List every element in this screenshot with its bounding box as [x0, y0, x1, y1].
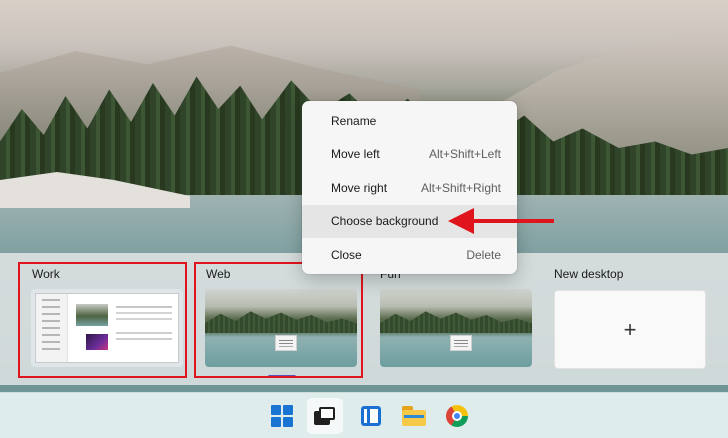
- menu-item-label: Move left: [331, 147, 380, 162]
- menu-item-rename[interactable]: Rename: [302, 104, 517, 138]
- widgets-icon: [361, 406, 381, 426]
- windows-start-icon: [271, 405, 293, 427]
- annotation-box-work: [18, 262, 187, 378]
- desktop-context-menu: Rename Move left Alt+Shift+Left Move rig…: [302, 101, 517, 274]
- widgets-button[interactable]: [353, 398, 389, 434]
- menu-item-label: Rename: [331, 113, 377, 128]
- thumbnail-window: [450, 335, 472, 351]
- annotation-arrow-line: [468, 219, 554, 223]
- menu-item-move-right[interactable]: Move right Alt+Shift+Right: [302, 171, 517, 205]
- menu-item-label: Close: [331, 247, 362, 262]
- file-explorer-icon: [402, 406, 426, 426]
- menu-item-move-left[interactable]: Move left Alt+Shift+Left: [302, 138, 517, 172]
- menu-item-shortcut: Delete: [466, 247, 501, 262]
- task-view-icon: [314, 407, 336, 425]
- menu-item-shortcut: Alt+Shift+Left: [428, 147, 501, 162]
- start-button[interactable]: [264, 398, 300, 434]
- menu-item-label: Move right: [331, 180, 388, 195]
- chrome-icon: [446, 405, 468, 427]
- task-view-button[interactable]: [307, 398, 343, 434]
- desktop-fun-thumbnail[interactable]: [380, 289, 532, 367]
- file-explorer-button[interactable]: [396, 398, 432, 434]
- menu-item-shortcut: Alt+Shift+Right: [420, 180, 501, 195]
- chrome-button[interactable]: [439, 398, 475, 434]
- new-desktop-label: New desktop: [554, 267, 624, 281]
- new-desktop-button[interactable]: +: [554, 290, 706, 369]
- annotation-box-web: [194, 262, 363, 378]
- plus-icon: +: [623, 316, 637, 342]
- menu-item-close[interactable]: Close Delete: [302, 238, 517, 272]
- taskbar: [0, 392, 728, 438]
- menu-item-label: Choose background: [331, 214, 439, 229]
